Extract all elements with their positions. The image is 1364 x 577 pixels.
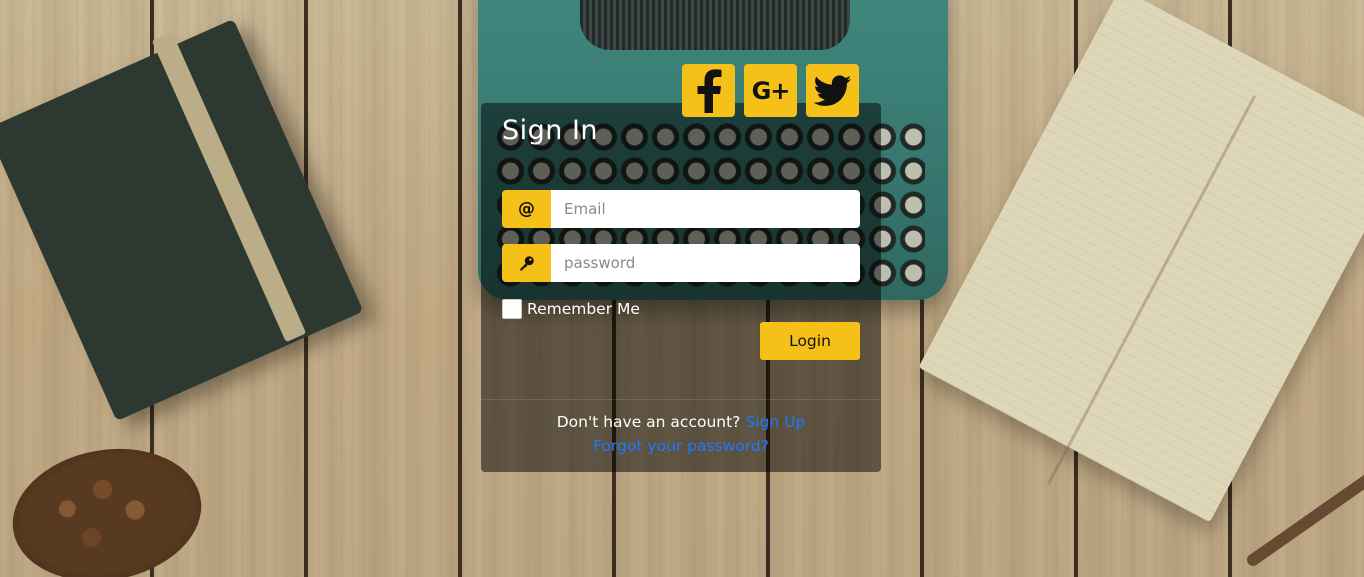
page-title: Sign In bbox=[502, 115, 599, 146]
google-plus-icon: G+ bbox=[751, 76, 791, 105]
facebook-icon bbox=[694, 68, 724, 113]
email-field[interactable] bbox=[551, 190, 860, 228]
email-input-group: @ bbox=[502, 190, 860, 228]
forgot-password-link[interactable]: Forgot your password? bbox=[593, 437, 769, 455]
remember-me-row: Remember Me bbox=[502, 299, 640, 319]
remember-me-checkbox[interactable] bbox=[502, 299, 522, 319]
login-page: Sign In @ Remember Me Login Don't have a… bbox=[0, 0, 1364, 577]
password-input-group bbox=[502, 244, 860, 282]
signup-prompt: Don't have an account? Sign Up bbox=[481, 413, 881, 431]
at-icon: @ bbox=[502, 190, 551, 228]
google-plus-button[interactable]: G+ bbox=[744, 64, 797, 117]
card-divider bbox=[481, 399, 881, 400]
twitter-icon bbox=[813, 74, 852, 107]
login-button[interactable]: Login bbox=[760, 322, 860, 360]
no-account-text: Don't have an account? bbox=[556, 413, 741, 431]
sign-up-link[interactable]: Sign Up bbox=[745, 413, 805, 431]
facebook-button[interactable] bbox=[682, 64, 735, 117]
password-field[interactable] bbox=[551, 244, 860, 282]
remember-me-label[interactable]: Remember Me bbox=[527, 300, 640, 318]
login-card: Sign In @ Remember Me Login Don't have a… bbox=[481, 103, 881, 472]
forgot-password-row: Forgot your password? bbox=[481, 437, 881, 455]
key-icon bbox=[502, 244, 551, 282]
twitter-button[interactable] bbox=[806, 64, 859, 117]
social-login-buttons: G+ bbox=[682, 64, 859, 117]
